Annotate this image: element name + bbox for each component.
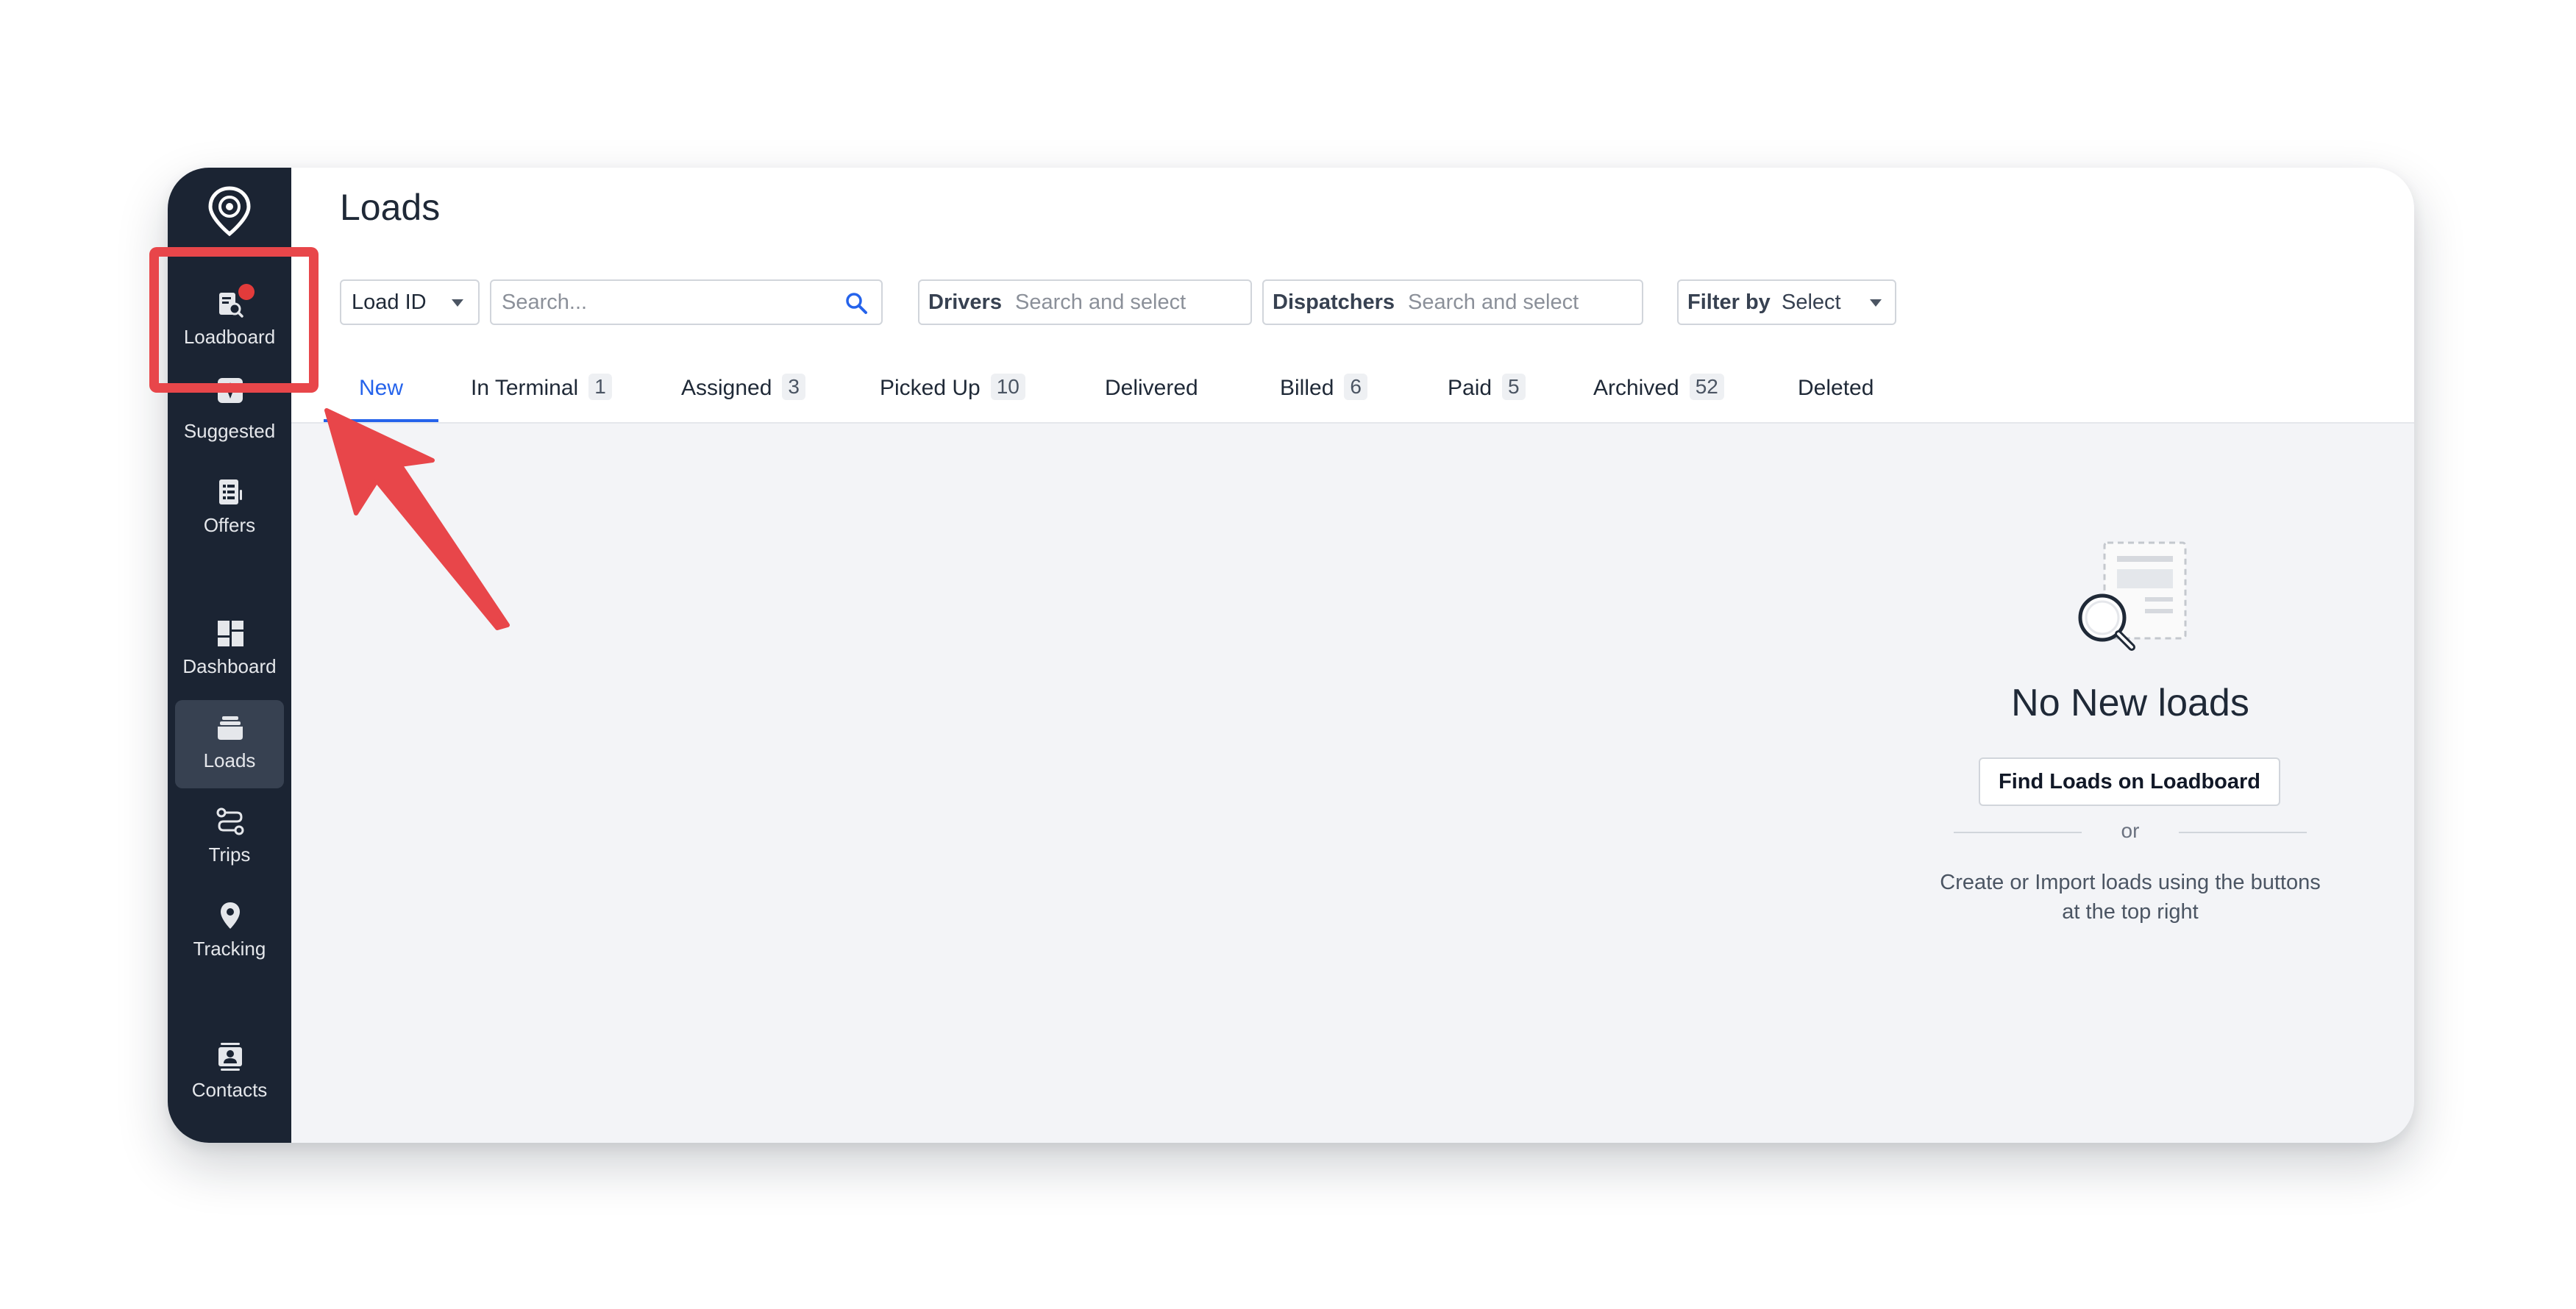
tab-assigned[interactable]: Assigned 3 (681, 366, 805, 422)
dispatchers-label: Dispatchers (1273, 290, 1395, 314)
sidebar-item-tracking[interactable]: Tracking (175, 888, 284, 977)
search-type-value: Load ID (352, 290, 427, 314)
filter-by-select[interactable]: Filter by Select (1677, 279, 1896, 325)
tab-label: Picked Up (880, 376, 981, 400)
search-icon[interactable] (844, 291, 868, 315)
or-divider: or (1954, 815, 2307, 849)
tab-deleted[interactable]: Deleted (1798, 366, 1874, 422)
dispatchers-placeholder: Search and select (1408, 290, 1579, 314)
sidebar-item-dashboard[interactable]: Dashboard (175, 606, 284, 694)
magnifier-document-icon (2078, 541, 2187, 651)
tab-label: Billed (1280, 376, 1334, 400)
app-logo-icon[interactable] (204, 184, 255, 238)
annotation-highlight-box (149, 247, 319, 393)
map-pin-icon (221, 902, 240, 929)
dashboard-grid-icon (218, 621, 243, 646)
tab-billed[interactable]: Billed 6 (1280, 366, 1367, 422)
drivers-select[interactable]: Drivers Search and select (918, 279, 1252, 325)
tab-delivered[interactable]: Delivered (1105, 366, 1198, 422)
sidebar-item-label: Loads (203, 749, 256, 771)
sidebar-item-label: Suggested (183, 420, 276, 442)
loads-header: Loads Load ID Search... Drivers Search a… (291, 168, 2414, 424)
sidebar-item-label: Dashboard (182, 655, 277, 677)
sidebar-item-contacts[interactable]: Contacts (175, 1030, 284, 1118)
tab-label: Archived (1593, 376, 1679, 400)
contacts-card-icon (218, 1043, 242, 1071)
tab-count: 1 (588, 374, 612, 400)
sidebar-item-label: Tracking (193, 938, 266, 960)
description-line: Create or Import loads using the buttons (1940, 871, 2321, 894)
tab-label: In Terminal (471, 376, 579, 400)
annotation-arrow-icon (324, 408, 510, 630)
app-window: Loadboard Suggested Offers Dashboard Loa… (168, 168, 2414, 1143)
chevron-down-icon (1870, 299, 1882, 307)
tab-label: Paid (1448, 376, 1492, 400)
page-title: Loads (340, 187, 441, 228)
sidebar-item-label: Trips (208, 843, 251, 866)
or-text: or (2121, 819, 2140, 842)
sidebar-item-label: Contacts (191, 1079, 268, 1101)
filter-by-value: Select (1782, 290, 1841, 314)
sidebar-item-loads[interactable]: Loads (175, 700, 284, 788)
sidebar-item-label: Offers (203, 514, 256, 536)
tab-label: Assigned (681, 376, 772, 400)
tab-count: 52 (1689, 374, 1724, 400)
drivers-label: Drivers (928, 290, 1002, 314)
tab-label: Delivered (1105, 376, 1198, 400)
search-placeholder: Search... (502, 290, 588, 314)
tab-paid[interactable]: Paid 5 (1448, 366, 1526, 422)
find-loads-button[interactable]: Find Loads on Loadboard (1979, 757, 2280, 806)
status-tabs: New In Terminal 1 Assigned 3 Picked Up 10 D… (324, 366, 2414, 422)
empty-state-title: No New loads (2011, 682, 2249, 724)
sidebar-item-offers[interactable]: Offers (175, 465, 284, 553)
tab-archived[interactable]: Archived 52 (1593, 366, 1724, 422)
sidebar-item-trips[interactable]: Trips (175, 794, 284, 882)
divider-line (2179, 832, 2307, 833)
tab-label: Deleted (1798, 376, 1874, 400)
main-content: Loads Load ID Search... Drivers Search a… (291, 168, 2414, 1143)
chevron-down-icon (452, 299, 463, 307)
tab-count: 6 (1344, 374, 1367, 400)
drivers-placeholder: Search and select (1015, 290, 1186, 314)
tab-label: New (358, 376, 403, 400)
route-icon (216, 807, 244, 835)
loads-stack-icon (218, 716, 243, 740)
search-type-select[interactable]: Load ID (340, 279, 480, 325)
empty-state-description: Create or Import loads using the buttons… (1917, 868, 2344, 927)
tab-count: 3 (782, 374, 805, 400)
search-input[interactable]: Search... (490, 279, 883, 325)
offers-document-icon (219, 479, 242, 504)
tab-count: 10 (990, 374, 1025, 400)
description-line: at the top right (2062, 900, 2199, 924)
tab-picked-up[interactable]: Picked Up 10 (880, 366, 1025, 422)
tab-count: 5 (1502, 374, 1526, 400)
dispatchers-select[interactable]: Dispatchers Search and select (1262, 279, 1643, 325)
filter-by-label: Filter by (1687, 290, 1771, 314)
